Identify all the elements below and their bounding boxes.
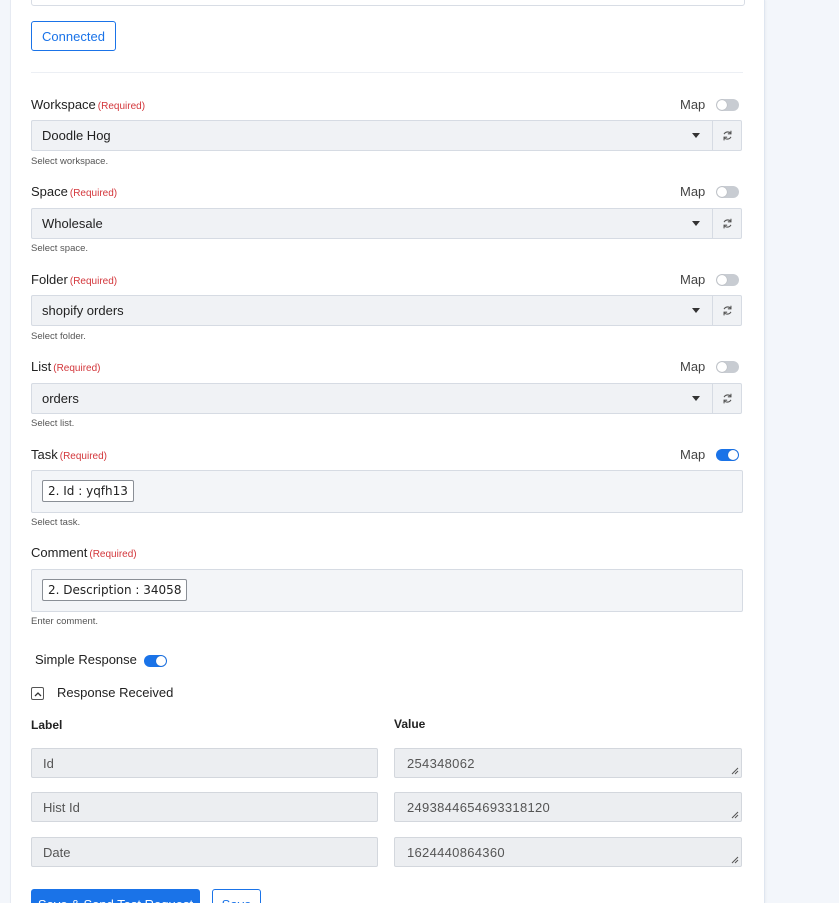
comment-label-text: Comment	[31, 545, 88, 560]
required-marker: (Required)	[69, 276, 118, 287]
previous-field[interactable]	[31, 0, 745, 6]
task-map-label: Map	[680, 447, 706, 462]
space-map-label: Map	[680, 184, 706, 199]
response-value-text: 1624440864360	[407, 844, 505, 860]
toggle-knob	[728, 450, 738, 460]
response-label-cell: Hist Id	[31, 792, 378, 822]
response-value-cell[interactable]: 254348062	[394, 748, 742, 778]
comment-mapped-input[interactable]: 2. Description : 34058	[31, 569, 743, 612]
refresh-icon	[723, 305, 731, 316]
response-value-cell[interactable]: 1624440864360	[394, 837, 742, 867]
space-select[interactable]: Wholesale	[31, 208, 713, 239]
dropdown-caret-icon	[692, 308, 700, 313]
workspace-refresh-button[interactable]	[713, 120, 742, 151]
toggle-knob	[156, 656, 166, 666]
response-value-text: 2493844654693318120	[407, 799, 551, 815]
connected-button[interactable]: Connected	[31, 21, 116, 51]
task-help: Select task.	[31, 517, 81, 528]
task-mapped-chip[interactable]: 2. Id : yqfh13	[42, 480, 134, 502]
simple-response-label: Simple Response	[35, 652, 137, 667]
toggle-knob	[717, 362, 727, 372]
list-select[interactable]: orders	[31, 383, 713, 414]
required-marker: (Required)	[69, 188, 118, 199]
required-marker: (Required)	[89, 549, 137, 560]
list-map-toggle[interactable]	[716, 361, 739, 373]
list-map-label: Map	[680, 359, 706, 374]
folder-refresh-button[interactable]	[713, 295, 742, 326]
list-refresh-button[interactable]	[713, 383, 742, 414]
space-label-text: Space	[31, 184, 68, 199]
refresh-icon	[723, 393, 731, 404]
resize-grip-icon[interactable]	[731, 767, 739, 775]
folder-label-text: Folder	[31, 272, 68, 287]
dropdown-caret-icon	[692, 396, 700, 401]
task-label-text: Task	[31, 447, 58, 462]
space-help: Select space.	[31, 243, 89, 254]
resize-grip-icon[interactable]	[731, 856, 739, 864]
collapse-toggle[interactable]	[31, 687, 44, 700]
space-refresh-button[interactable]	[713, 208, 742, 239]
refresh-icon	[723, 130, 731, 141]
save-and-send-test-button[interactable]: Save & Send Test Request	[31, 889, 200, 903]
list-label-text: List	[31, 359, 52, 374]
workspace-label-text: Workspace	[31, 97, 96, 112]
workspace-help: Select workspace.	[31, 156, 109, 167]
comment-mapped-chip[interactable]: 2. Description : 34058	[42, 579, 188, 601]
task-mapped-input[interactable]: 2. Id : yqfh13	[31, 470, 743, 513]
response-value-cell[interactable]: 2493844654693318120	[394, 792, 742, 822]
folder-select-value: shopify orders	[42, 303, 124, 318]
workspace-label: Workspace (Required)	[31, 97, 145, 112]
space-map-toggle[interactable]	[716, 186, 739, 198]
simple-response-toggle[interactable]	[144, 655, 167, 667]
task-map-toggle[interactable]	[716, 449, 739, 461]
workspace-select-value: Doodle Hog	[42, 128, 111, 143]
folder-label: Folder (Required)	[31, 272, 117, 287]
value-column-header: Value	[394, 717, 426, 731]
resize-grip-icon[interactable]	[731, 811, 739, 819]
toggle-knob	[717, 187, 727, 197]
toggle-knob	[717, 275, 727, 285]
folder-select[interactable]: shopify orders	[31, 295, 713, 326]
required-marker: (Required)	[97, 101, 146, 112]
comment-label: Comment (Required)	[31, 545, 137, 560]
list-label: List (Required)	[31, 359, 100, 374]
task-label: Task (Required)	[31, 447, 107, 462]
space-select-value: Wholesale	[42, 216, 103, 231]
save-button[interactable]: Save	[212, 889, 261, 903]
label-column-header: Label	[31, 718, 63, 732]
chevron-up-icon	[34, 691, 41, 696]
dropdown-caret-icon	[692, 221, 700, 226]
workspace-select[interactable]: Doodle Hog	[31, 120, 713, 151]
response-received-title: Response Received	[57, 685, 174, 700]
space-label: Space (Required)	[31, 184, 117, 199]
response-label-cell: Id	[31, 748, 378, 778]
list-help: Select list.	[31, 418, 75, 429]
folder-map-toggle[interactable]	[716, 274, 739, 286]
workspace-map-toggle[interactable]	[716, 99, 739, 111]
response-value-text: 254348062	[407, 755, 475, 771]
workspace-map-label: Map	[680, 97, 706, 112]
list-select-value: orders	[42, 391, 79, 406]
refresh-icon	[723, 218, 731, 229]
divider	[31, 72, 743, 73]
folder-help: Select folder.	[31, 331, 86, 342]
required-marker: (Required)	[59, 451, 107, 462]
comment-help: Enter comment.	[31, 616, 99, 627]
folder-map-label: Map	[680, 272, 706, 287]
response-label-cell: Date	[31, 837, 378, 867]
form-panel: Connected Workspace (Required) Map Doodle…	[10, 0, 765, 903]
dropdown-caret-icon	[692, 133, 700, 138]
required-marker: (Required)	[53, 363, 101, 374]
toggle-knob	[717, 100, 727, 110]
